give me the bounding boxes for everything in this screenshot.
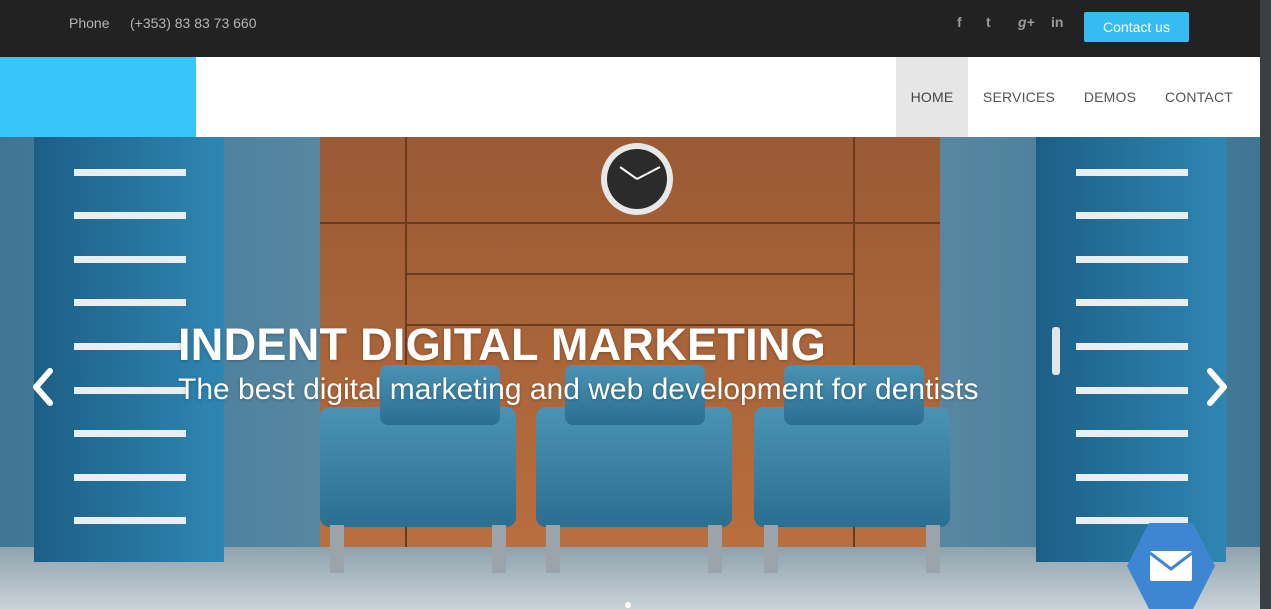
twitter-icon[interactable]: t	[986, 14, 991, 30]
hero-slider: INDENT DIGITAL MARKETING The best digita…	[0, 137, 1260, 609]
linkedin-icon[interactable]: in	[1051, 14, 1063, 30]
page-edge	[1260, 0, 1271, 609]
nav-item-services[interactable]: SERVICES	[972, 57, 1066, 137]
contact-mail-button[interactable]	[1127, 523, 1215, 609]
nav-item-contact[interactable]: CONTACT	[1156, 57, 1242, 137]
phone-number[interactable]: (+353) 83 83 73 660	[130, 15, 257, 31]
slide-indicator-dot[interactable]	[625, 602, 631, 608]
hero-title: INDENT DIGITAL MARKETING	[178, 319, 827, 370]
nav-item-demos[interactable]: DEMOS	[1074, 57, 1146, 137]
phone-label: Phone	[69, 15, 110, 31]
facebook-icon[interactable]: f	[957, 14, 962, 30]
main-navbar: HOME SERVICES DEMOS CONTACT	[0, 57, 1260, 137]
logo[interactable]	[0, 57, 196, 137]
chevron-left-icon[interactable]	[28, 365, 58, 409]
chevron-right-icon[interactable]	[1202, 365, 1232, 409]
google-plus-icon[interactable]: g+	[1018, 14, 1035, 30]
nav-item-home[interactable]: HOME	[896, 57, 968, 137]
hero-subtitle: The best digital marketing and web devel…	[178, 373, 979, 406]
envelope-icon	[1127, 523, 1215, 609]
contact-us-button[interactable]: Contact us	[1084, 12, 1189, 42]
top-bar: Phone (+353) 83 83 73 660 f t g+ in Cont…	[0, 0, 1260, 57]
